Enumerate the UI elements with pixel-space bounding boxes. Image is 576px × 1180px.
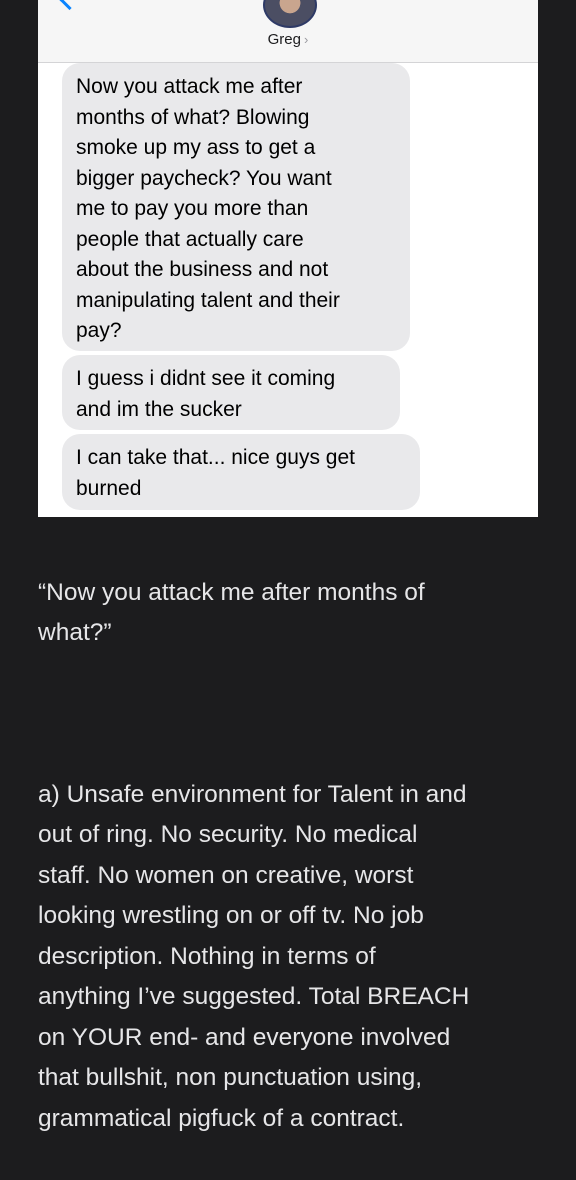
avatar[interactable] [263, 0, 317, 28]
caption-quote: “Now you attack me after months of what?… [38, 578, 425, 647]
message-bubble[interactable]: Now you attack me after months of what? … [62, 63, 410, 351]
caption-text: “Now you attack me after months of what?… [38, 532, 558, 1180]
back-chevron-icon[interactable] [58, 0, 81, 11]
caption-body: a) Unsafe environment for Talent in and … [38, 780, 470, 1132]
chevron-right-icon: › [304, 32, 309, 47]
contact-name: Greg [267, 31, 301, 48]
contact-name-button[interactable]: Greg › [38, 31, 538, 48]
conversation-header: Greg › [38, 0, 538, 63]
message-bubble[interactable]: I guess i didnt see it coming and im the… [62, 355, 400, 430]
message-bubble[interactable]: I can take that... nice guys get burned [62, 434, 420, 510]
message-screenshot: Greg › Now you attack me after months of … [38, 0, 538, 517]
